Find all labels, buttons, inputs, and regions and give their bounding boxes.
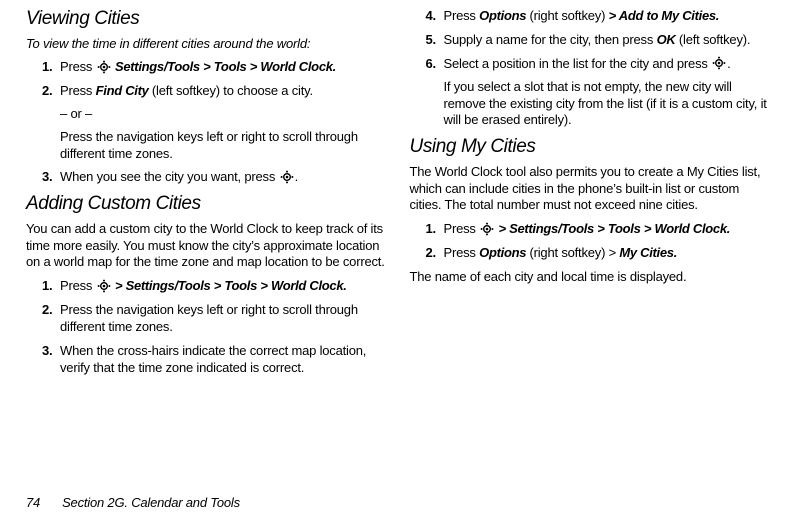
step-2-text-b: Find City	[96, 83, 152, 98]
step-3: When you see the city you want, press .	[42, 169, 390, 186]
add-step-4-d: > Add to My Cities.	[609, 8, 719, 23]
add-step-5-c: (left softkey).	[675, 32, 750, 47]
add-step-1-a: Press	[60, 278, 96, 293]
step-2: Press Find City (left softkey) to choose…	[42, 83, 390, 163]
add-step-1-b: > Settings/Tools > Tools > World Clock.	[112, 278, 347, 293]
nav-key-icon	[97, 60, 111, 74]
step-2-text-c: (left softkey) to choose a city.	[152, 83, 313, 98]
add-step-5: Supply a name for the city, then press O…	[426, 32, 774, 49]
nav-key-icon	[97, 279, 111, 293]
nav-key-icon	[480, 222, 494, 236]
step-1-text-b: Settings/Tools	[112, 59, 204, 74]
use-step-2: Press Options (right softkey) > My Citie…	[426, 245, 774, 262]
nav-key-icon	[712, 56, 726, 70]
using-steps: Press > Settings/Tools > Tools > World C…	[410, 221, 774, 262]
add-step-3: When the cross-hairs indicate the correc…	[42, 343, 390, 377]
right-column: Press Options (right softkey) > Add to M…	[410, 8, 774, 384]
viewing-steps: Press Settings/Tools > Tools > World Clo…	[26, 59, 390, 186]
add-step-6-b: .	[727, 56, 730, 71]
columns: Viewing Cities To view the time in diffe…	[26, 8, 773, 384]
add-step-5-a: Supply a name for the city, then press	[444, 32, 657, 47]
add-step-6-note: If you select a slot that is not empty, …	[444, 79, 774, 130]
use-step-1: Press > Settings/Tools > Tools > World C…	[426, 221, 774, 238]
use-step-1-b: > Settings/Tools > Tools > World Clock.	[495, 221, 730, 236]
heading-adding-custom-cities: Adding Custom Cities	[26, 193, 390, 215]
adding-steps: Press > Settings/Tools > Tools > World C…	[26, 278, 390, 376]
add-step-4-c: (right softkey)	[529, 8, 608, 23]
heading-using-my-cities: Using My Cities	[410, 136, 774, 158]
adding-steps-cont: Press Options (right softkey) > Add to M…	[410, 8, 774, 129]
step-2-or: – or –	[60, 106, 390, 123]
use-step-2-c: (right softkey) >	[529, 245, 616, 260]
footer: 74 Section 2G. Calendar and Tools	[26, 495, 240, 510]
use-step-1-a: Press	[444, 221, 480, 236]
step-1-text-c: > Tools > World Clock.	[203, 59, 336, 74]
add-step-4-a: Press	[444, 8, 480, 23]
closing-text: The name of each city and local time is …	[410, 269, 774, 285]
use-step-2-b: Options	[479, 245, 529, 260]
use-step-2-a: Press	[444, 245, 480, 260]
adding-intro: You can add a custom city to the World C…	[26, 221, 390, 270]
add-step-6-a: Select a position in the list for the ci…	[444, 56, 712, 71]
step-1: Press Settings/Tools > Tools > World Clo…	[42, 59, 390, 76]
step-1-text-a: Press	[60, 59, 96, 74]
step-2-text-a: Press	[60, 83, 96, 98]
nav-key-icon	[280, 170, 294, 184]
section-title: Section 2G. Calendar and Tools	[62, 495, 240, 510]
intro-text: To view the time in different cities aro…	[26, 36, 390, 51]
step-3-text-b: .	[295, 169, 298, 184]
add-step-6: Select a position in the list for the ci…	[426, 56, 774, 130]
add-step-4: Press Options (right softkey) > Add to M…	[426, 8, 774, 25]
page: Viewing Cities To view the time in diffe…	[0, 0, 799, 520]
page-number: 74	[26, 495, 40, 510]
heading-viewing-cities: Viewing Cities	[26, 8, 390, 30]
add-step-5-b: OK	[657, 32, 676, 47]
add-step-2: Press the navigation keys left or right …	[42, 302, 390, 336]
add-step-1: Press > Settings/Tools > Tools > World C…	[42, 278, 390, 295]
step-2-alt: Press the navigation keys left or right …	[60, 129, 390, 163]
use-step-2-d: My Cities.	[616, 245, 677, 260]
left-column: Viewing Cities To view the time in diffe…	[26, 8, 390, 384]
using-intro: The World Clock tool also permits you to…	[410, 164, 774, 213]
step-3-text-a: When you see the city you want, press	[60, 169, 279, 184]
add-step-4-b: Options	[479, 8, 529, 23]
